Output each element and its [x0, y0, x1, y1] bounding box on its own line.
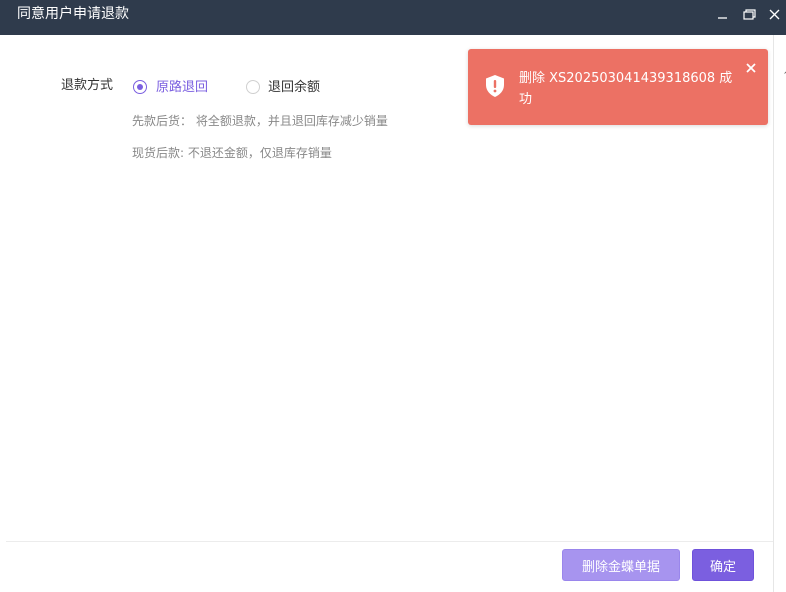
close-button[interactable]	[767, 6, 781, 22]
refund-method-label: 退款方式	[61, 78, 114, 93]
restore-button[interactable]	[742, 6, 756, 22]
radio-label-original-route[interactable]: 原路退回	[156, 79, 208, 97]
delete-kingdee-document-button[interactable]: 删除金蝶单据	[562, 549, 680, 581]
radio-return-balance[interactable]	[246, 80, 260, 94]
refund-dialog: 同意用户申请退款 ^ 退款方式 原路退回 退回余额 先款后货： 将全额退款，并且…	[0, 0, 786, 592]
confirm-button[interactable]: 确定	[692, 549, 754, 581]
radio-label-return-balance[interactable]: 退回余额	[268, 79, 320, 97]
radio-original-route[interactable]	[133, 80, 147, 94]
restore-icon	[742, 8, 756, 20]
shield-alert-icon	[486, 75, 504, 97]
close-icon	[769, 9, 779, 19]
background-window-edge: ^	[773, 35, 786, 592]
toast-message: 删除 XS20250304143931860​8 成功	[519, 71, 733, 107]
dialog-title: 同意用户申请退款	[17, 6, 129, 22]
error-toast: 删除 XS20250304143931860​8 成功	[468, 49, 768, 125]
minimize-icon	[717, 16, 727, 19]
hint-cash-on-delivery: 现货后款: 不退还金额，仅退库存销量	[132, 146, 332, 160]
minimize-button[interactable]	[715, 6, 729, 22]
title-bar: 同意用户申请退款	[0, 0, 786, 35]
close-icon	[746, 63, 756, 73]
toast-close-button[interactable]	[745, 62, 757, 74]
footer-divider	[6, 541, 773, 542]
hint-prepaid: 先款后货： 将全额退款，并且退回库存减少销量	[132, 114, 388, 128]
